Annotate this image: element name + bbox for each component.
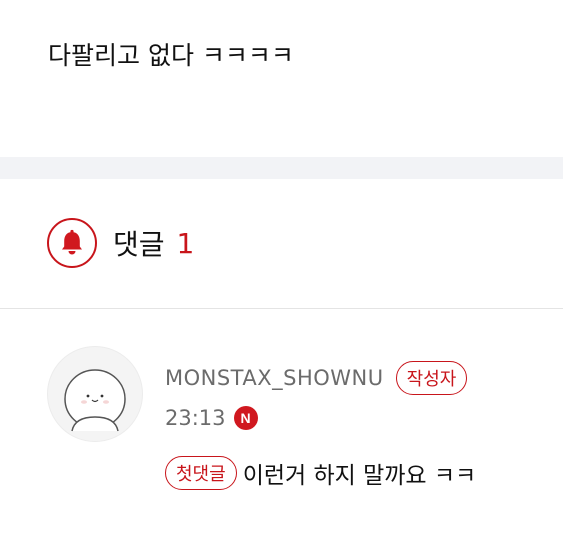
comment-time: 23:13 [165, 406, 226, 430]
header-divider [0, 308, 563, 309]
comments-title: 댓글 [113, 228, 165, 261]
comment-meta: MONSTAX_SHOWNU 작성자 23:13 N [165, 360, 468, 436]
comment-author-name[interactable]: MONSTAX_SHOWNU [165, 366, 384, 390]
comments-header: 댓글 1 [47, 217, 194, 269]
comment-page: 다팔리고 없다 ㅋㅋㅋㅋ 댓글 1 MONSTAX_SHOWNU 작성자 23:… [0, 0, 563, 546]
time-row: 23:13 N [165, 400, 467, 436]
author-row: MONSTAX_SHOWNU 작성자 [165, 360, 468, 396]
author-badge: 작성자 [395, 361, 468, 395]
new-badge: N [233, 406, 258, 430]
bell-icon [47, 218, 97, 268]
section-divider [0, 157, 563, 179]
comments-count: 1 [176, 226, 195, 260]
comment-body: 첫댓글 이런거 하지 말까요 ㅋㅋ [165, 455, 476, 491]
post-body-text: 다팔리고 없다 ㅋㅋㅋㅋ [48, 41, 294, 70]
comment-text: 이런거 하지 말까요 ㅋㅋ [242, 463, 477, 489]
cartoon-face-avatar-icon [64, 369, 126, 432]
avatar[interactable] [47, 346, 143, 442]
first-comment-badge: 첫댓글 [165, 456, 237, 490]
